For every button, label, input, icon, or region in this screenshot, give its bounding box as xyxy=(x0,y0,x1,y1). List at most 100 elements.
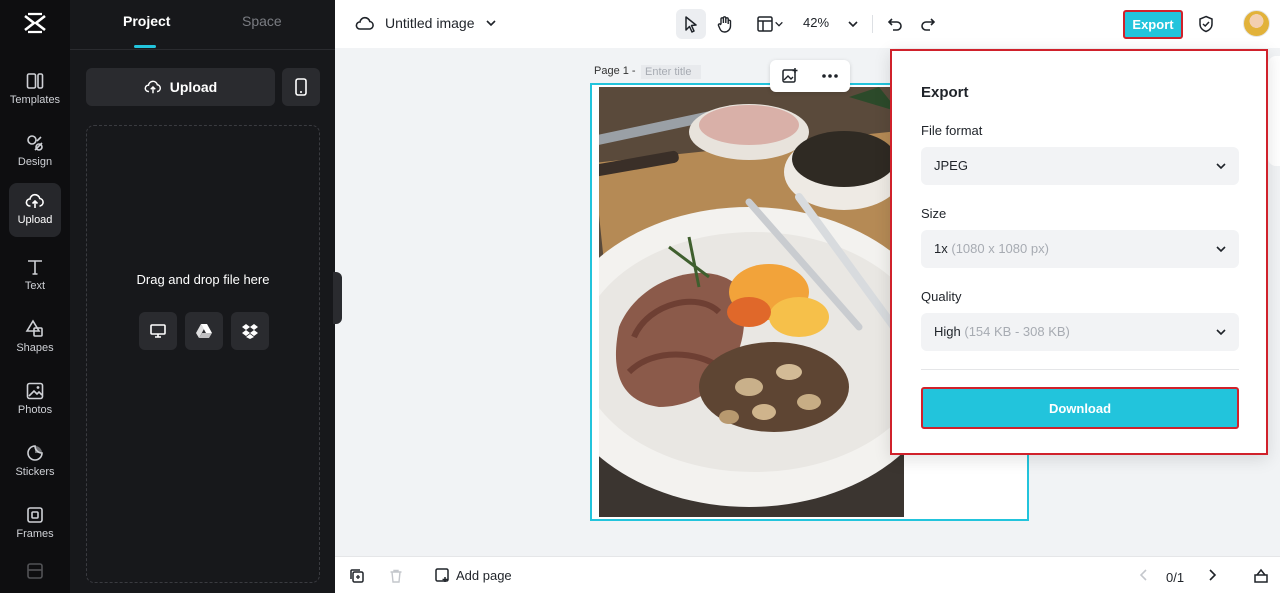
delete-page-icon[interactable] xyxy=(388,568,404,584)
quality-select[interactable]: High (154 KB - 308 KB) xyxy=(921,313,1239,351)
user-avatar[interactable] xyxy=(1243,10,1270,37)
rail-item-stickers[interactable]: Stickers xyxy=(9,435,61,489)
next-page-icon[interactable] xyxy=(1206,568,1218,582)
design-icon xyxy=(27,135,43,151)
hand-icon xyxy=(717,16,732,33)
chevron-down-icon xyxy=(1216,246,1226,253)
panel-tabs: Project Space xyxy=(70,0,335,50)
size-select[interactable]: 1x (1080 x 1080 px) xyxy=(921,230,1239,268)
right-side-panel-edge xyxy=(1268,56,1280,166)
left-rail: Templates Design Upload Text Shapes Phot… xyxy=(0,0,70,593)
rail-item-upload[interactable]: Upload xyxy=(9,183,61,237)
drop-zone-text: Drag and drop file here xyxy=(136,272,270,287)
upload-from-phone-button[interactable] xyxy=(282,68,320,106)
size-value: 1x xyxy=(934,241,948,256)
upload-from-dropbox-button[interactable] xyxy=(231,312,269,350)
rail-item-more[interactable] xyxy=(9,553,61,593)
upload-from-google-drive-button[interactable] xyxy=(185,312,223,350)
shapes-icon xyxy=(25,319,43,337)
more-apps-icon xyxy=(27,563,43,579)
rail-label: Photos xyxy=(17,404,53,416)
stickers-icon xyxy=(27,445,43,461)
previous-page-icon[interactable] xyxy=(1138,568,1150,582)
shield-check-icon xyxy=(1199,15,1213,33)
duplicate-page-icon[interactable] xyxy=(349,568,365,584)
chevron-down-icon xyxy=(1216,163,1226,170)
upload-cloud-icon xyxy=(144,80,161,94)
rail-item-frames[interactable]: Frames xyxy=(9,497,61,551)
dropbox-icon xyxy=(242,324,258,339)
more-options-icon[interactable] xyxy=(821,73,839,79)
document-title: Untitled image xyxy=(385,15,475,31)
redo-button[interactable] xyxy=(913,9,943,39)
phone-icon xyxy=(295,78,307,96)
layout-tool[interactable] xyxy=(750,9,790,39)
chevron-down-icon xyxy=(1216,329,1226,336)
rail-item-design[interactable]: Design xyxy=(9,125,61,179)
upload-cloud-icon xyxy=(25,193,44,208)
size-detail: (1080 x 1080 px) xyxy=(951,241,1049,256)
quality-label: Quality xyxy=(921,289,962,304)
zoom-level[interactable]: 42% xyxy=(803,15,829,30)
canvas-float-toolbar xyxy=(770,60,850,92)
hand-tool[interactable] xyxy=(710,9,740,39)
top-toolbar: Untitled image 42% Export xyxy=(335,0,1280,48)
rail-label: Text xyxy=(24,280,46,292)
upload-button-label: Upload xyxy=(169,79,218,95)
rail-item-photos[interactable]: Photos xyxy=(9,373,61,427)
rail-label: Stickers xyxy=(15,466,55,478)
monitor-icon xyxy=(150,324,166,338)
rail-label: Design xyxy=(17,156,53,168)
upload-sources xyxy=(139,312,269,350)
chevron-down-icon xyxy=(848,21,858,28)
size-label: Size xyxy=(921,206,947,221)
export-panel: Export File format JPEG Size 1x (1080 x … xyxy=(890,49,1268,455)
quality-value: High xyxy=(934,324,961,339)
page-title-input[interactable]: Enter title xyxy=(641,65,701,79)
capcut-logo-icon[interactable] xyxy=(22,10,48,36)
rail-item-templates[interactable]: Templates xyxy=(9,63,61,117)
text-icon xyxy=(28,260,42,275)
rail-item-text[interactable]: Text xyxy=(9,249,61,303)
layout-icon xyxy=(757,16,773,32)
toolbar-divider xyxy=(872,15,873,33)
templates-icon xyxy=(26,73,44,89)
export-panel-title: Export xyxy=(921,84,969,101)
frames-icon xyxy=(27,507,43,523)
file-format-value: JPEG xyxy=(934,158,968,173)
export-button[interactable]: Export xyxy=(1123,10,1183,39)
upload-button[interactable]: Upload xyxy=(86,68,275,106)
undo-button[interactable] xyxy=(880,9,910,39)
file-format-label: File format xyxy=(921,123,983,138)
food-photo-image xyxy=(599,87,904,517)
chevron-down-icon xyxy=(485,20,496,27)
document-title-area[interactable]: Untitled image xyxy=(355,14,497,32)
page-counter: 0/1 xyxy=(1166,570,1185,585)
undo-icon xyxy=(887,18,902,31)
page-panel-toggle-icon[interactable] xyxy=(1253,568,1269,584)
rail-item-shapes[interactable]: Shapes xyxy=(9,311,61,365)
tab-project[interactable]: Project xyxy=(123,13,170,29)
rail-label: Upload xyxy=(17,214,53,226)
upload-from-computer-button[interactable] xyxy=(139,312,177,350)
chevron-down-icon xyxy=(775,21,783,27)
tab-space[interactable]: Space xyxy=(242,13,282,29)
file-format-select[interactable]: JPEG xyxy=(921,147,1239,185)
upload-panel: Project Space Upload Drag and drop file … xyxy=(70,0,335,593)
rail-label: Shapes xyxy=(16,342,54,354)
cloud-sync-icon xyxy=(355,16,374,30)
bottom-bar: Add page 0/1 xyxy=(335,556,1280,593)
select-tool[interactable] xyxy=(676,9,706,39)
zoom-dropdown[interactable] xyxy=(838,9,868,39)
cursor-icon xyxy=(685,16,697,33)
add-page-button[interactable]: Add page xyxy=(434,567,512,583)
rail-label: Frames xyxy=(16,528,54,540)
page-label: Page 1 - xyxy=(594,65,636,77)
canvas-photo[interactable] xyxy=(599,87,904,517)
privacy-shield-button[interactable] xyxy=(1191,9,1221,39)
add-image-icon[interactable] xyxy=(781,67,799,85)
drop-zone[interactable]: Drag and drop file here xyxy=(86,125,320,583)
download-button[interactable]: Download xyxy=(921,387,1239,429)
panel-collapse-handle[interactable] xyxy=(333,272,342,324)
add-page-icon xyxy=(435,568,449,582)
